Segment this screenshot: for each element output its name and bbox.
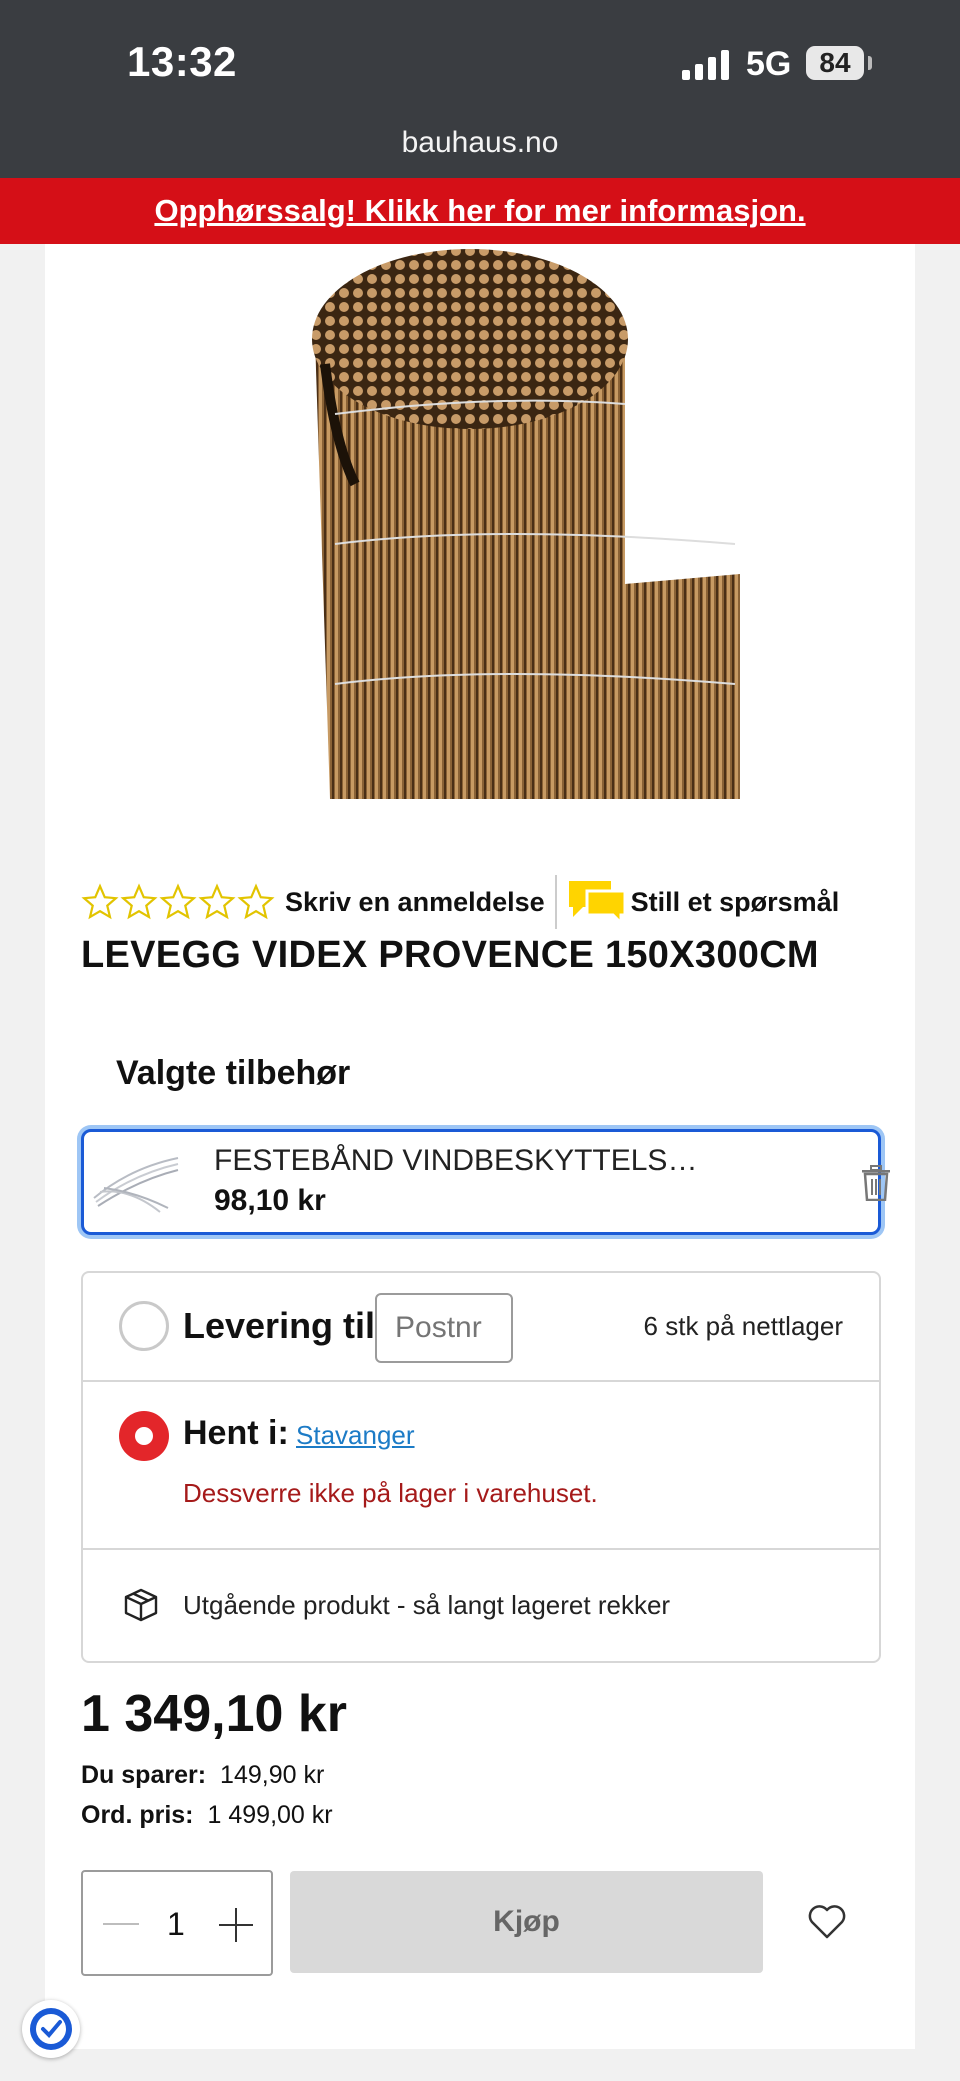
address-bar[interactable]: bauhaus.no [0, 126, 960, 160]
quantity-value[interactable]: 1 [167, 1906, 185, 1943]
product-title: LEVEGG VIDEX PROVENCE 150X300CM [81, 934, 819, 976]
savings-value: 149,90 kr [220, 1761, 325, 1789]
star-icon [81, 883, 119, 920]
postnr-input[interactable] [375, 1293, 513, 1363]
delivery-options: Levering til: 6 stk på nettlager Hent i:… [81, 1271, 881, 1663]
ordinary-price: Ord. pris: 1 499,00 kr [81, 1801, 333, 1830]
ask-question-link[interactable]: Still et spørsmål [631, 887, 840, 918]
pickup-label: Hent i: [183, 1414, 289, 1452]
accessories-heading: Valgte tilbehør [116, 1054, 351, 1092]
promo-link[interactable]: Opphørssalg! Klikk her for mer informasj… [154, 193, 805, 228]
cookie-consent-button[interactable] [22, 2000, 80, 2058]
delivery-radio[interactable] [119, 1301, 169, 1351]
box-icon [124, 1588, 158, 1622]
chat-bubble-icon[interactable] [567, 877, 627, 927]
star-icon [120, 883, 158, 920]
review-row: Skriv en anmeldelse Still et spørsmål [81, 872, 839, 932]
pickup-option[interactable]: Hent i: Stavanger Dessverre ikke på lage… [83, 1382, 879, 1550]
status-time: 13:32 [127, 38, 237, 85]
accessory-price: 98,10 kr [214, 1184, 326, 1217]
battery-tip [868, 56, 872, 70]
trash-icon[interactable] [861, 1165, 891, 1201]
delivery-label: Levering til: [183, 1305, 388, 1346]
promo-banner[interactable]: Opphørssalg! Klikk her for mer informasj… [0, 178, 960, 244]
accessory-item[interactable]: FESTEBÅND VINDBESKYTTELS… 98,10 kr [81, 1129, 890, 1235]
ordinary-price-value: 1 499,00 kr [207, 1801, 333, 1829]
star-icon [198, 883, 236, 920]
quantity-stepper: 1 [81, 1870, 273, 1976]
decrease-button[interactable] [103, 1923, 139, 1925]
savings: Du sparer: 149,90 kr [81, 1761, 324, 1790]
product-card: Skriv en anmeldelse Still et spørsmål LE… [45, 244, 915, 2049]
pickup-radio[interactable] [119, 1411, 169, 1461]
heart-icon[interactable] [807, 1904, 847, 1940]
store-link[interactable]: Stavanger [296, 1420, 415, 1451]
network-type: 5G [746, 45, 792, 83]
star-icon [159, 883, 197, 920]
write-review-link[interactable]: Skriv en anmeldelse [285, 887, 545, 918]
ordinary-price-label: Ord. pris: [81, 1801, 194, 1829]
status-bar: 13:32 5G 84 bauhaus.no [0, 0, 960, 178]
accessory-thumbnail [93, 1157, 179, 1213]
rating-stars[interactable] [81, 883, 275, 921]
shield-check-icon [30, 2008, 72, 2050]
signal-icon [682, 50, 729, 80]
divider [554, 875, 557, 929]
product-image[interactable] [295, 244, 745, 799]
home-delivery-option[interactable]: Levering til: 6 stk på nettlager [83, 1273, 879, 1382]
buy-button[interactable]: Kjøp [290, 1871, 763, 1973]
online-stock: 6 stk på nettlager [643, 1311, 843, 1341]
outgoing-text: Utgående produkt - så langt lageret rekk… [183, 1590, 671, 1620]
outgoing-product-note: Utgående produkt - så langt lageret rekk… [83, 1550, 879, 1663]
star-icon [237, 883, 275, 920]
increase-button[interactable] [219, 1908, 253, 1942]
battery-icon: 84 [806, 46, 864, 80]
current-price: 1 349,10 kr [81, 1685, 348, 1743]
savings-label: Du sparer: [81, 1761, 207, 1789]
unavailable-message: Dessverre ikke på lager i varehuset. [183, 1478, 598, 1508]
accessory-name: FESTEBÅND VINDBESKYTTELS… [214, 1144, 698, 1177]
